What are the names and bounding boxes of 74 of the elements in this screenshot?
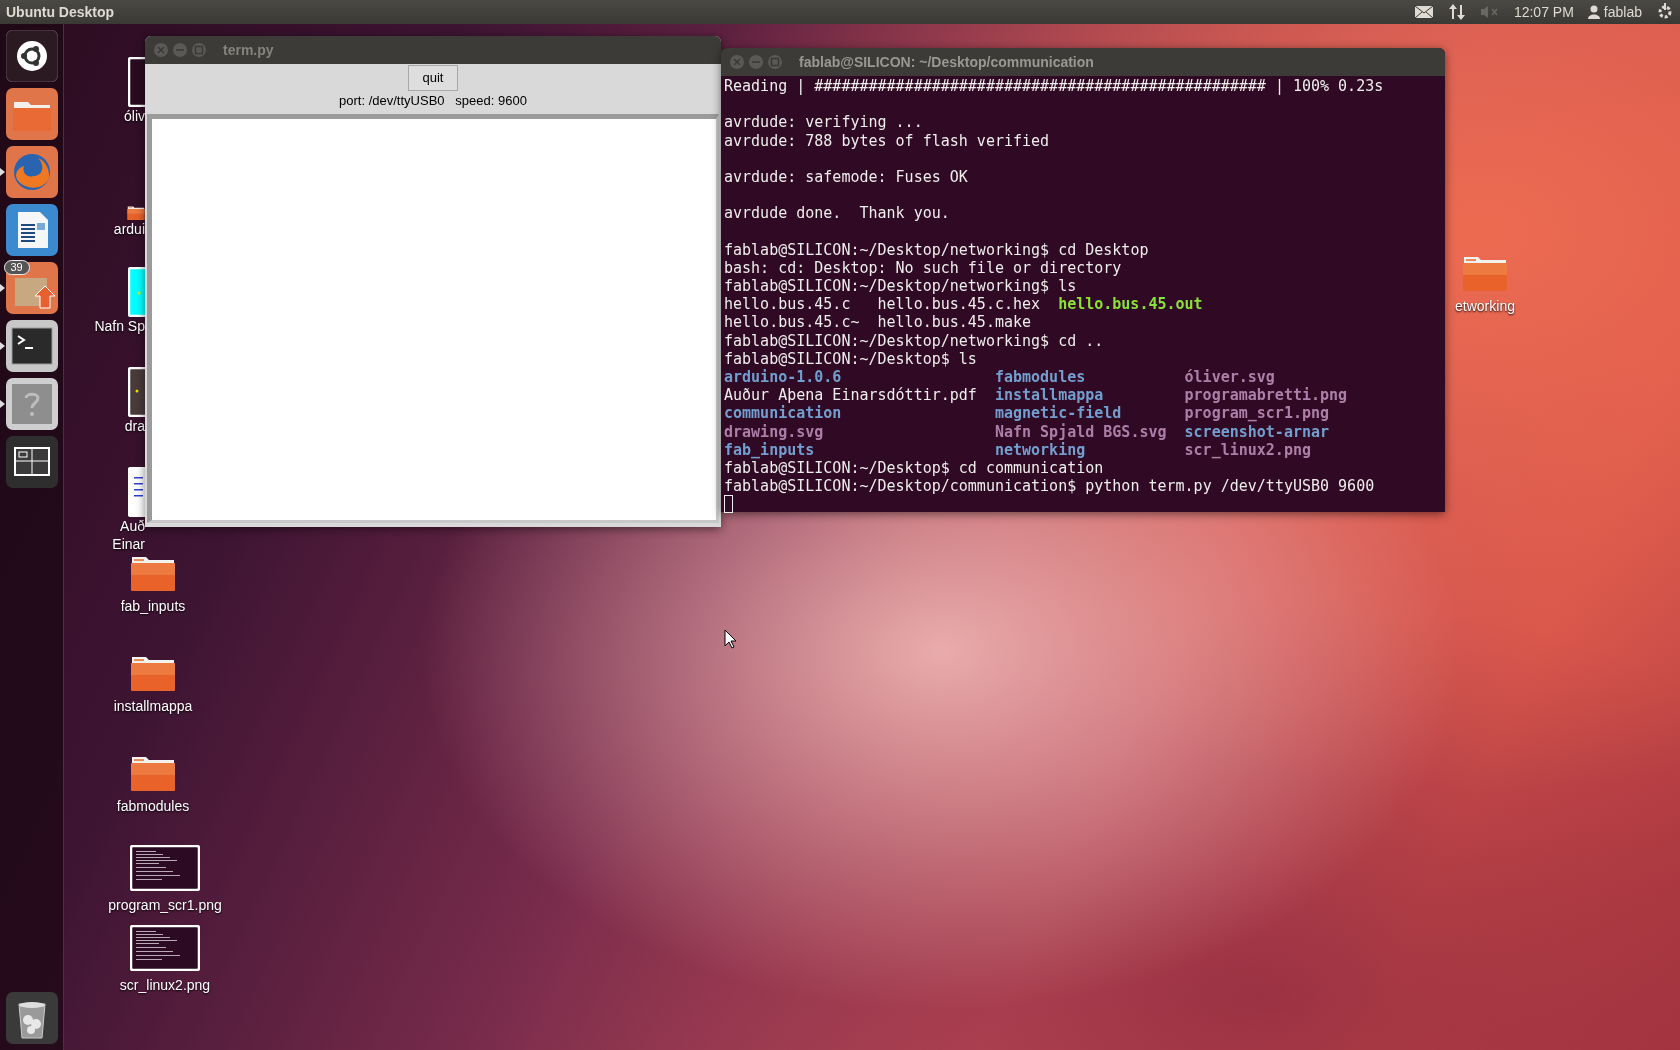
text-cursor xyxy=(724,495,733,514)
file-name: arduino-1.0.6 xyxy=(724,368,842,386)
folder-icon xyxy=(127,204,145,220)
terminal-icon[interactable] xyxy=(5,320,58,372)
trash-icon[interactable] xyxy=(5,992,58,1044)
icon-label[interactable]: installmappa xyxy=(113,696,193,718)
file-name: Nafn Spjald BGS.svg xyxy=(994,422,1167,441)
icon-label: dra xyxy=(124,417,145,435)
file-name: magnetic-field xyxy=(994,404,1122,423)
file-name: fabmodules xyxy=(994,368,1086,386)
file-name: óliver.svg xyxy=(1184,368,1275,386)
settings-icon[interactable] xyxy=(1656,3,1674,21)
icon-label: Einar xyxy=(112,535,145,553)
terminal-line: fablab@SILICON:~/Desktop/networking$ cd .. xyxy=(724,331,1104,350)
file-thumbnail-icon xyxy=(128,267,145,317)
file-name: hello.bus.45.c~ xyxy=(724,313,860,332)
terminal-line: avrdude: verifying ... xyxy=(724,113,923,132)
file-name: hello.bus.45.c xyxy=(724,295,851,314)
file-name: hello.bus.45.make xyxy=(877,313,1032,332)
screenshot-thumbnail-icon xyxy=(130,925,200,971)
file-name: drawing.svg xyxy=(724,422,824,441)
screenshot-thumbnail-icon xyxy=(130,845,200,891)
file-name: communication xyxy=(724,404,842,423)
mail-icon[interactable] xyxy=(1413,5,1434,19)
user-name[interactable]: fablab xyxy=(1603,1,1642,23)
folder-icon[interactable] xyxy=(5,88,58,140)
terminal-line: bash: cd: Desktop: No such file or directory xyxy=(724,258,1122,277)
icon-label[interactable]: fab_inputs xyxy=(120,596,186,618)
file-name: programabretti.png xyxy=(1184,386,1348,405)
workspace-grid-icon[interactable] xyxy=(5,436,58,488)
terminal-line: Reading | ################################################## | 100% 0.23s xyxy=(724,77,1384,95)
icon-label[interactable]: program_scr1.png xyxy=(108,895,222,916)
globe-icon[interactable] xyxy=(5,146,58,198)
icon-label[interactable]: fabmodules xyxy=(116,796,190,818)
window-title: fablab@SILICON: ~/Desktop/communication xyxy=(799,52,1094,72)
terminal-line: fablab@SILICON:~/Desktop$ ls xyxy=(724,349,977,368)
terminal-line: avrdude: 788 bytes of flash verified xyxy=(724,131,1050,150)
file-name: program_scr1.png xyxy=(1184,404,1330,423)
icon-label: Auð xyxy=(120,517,145,535)
count-badge: 39 xyxy=(3,260,30,275)
file-name: hello.bus.45.c.hex xyxy=(877,295,1041,314)
file-name: networking xyxy=(994,440,1086,459)
terminal-line: avrdude done. Thank you. xyxy=(724,204,950,223)
window-title: term.py xyxy=(223,40,274,60)
question-mark-icon[interactable] xyxy=(5,378,58,430)
file-name: installmappa xyxy=(994,386,1104,405)
network-arrows-icon[interactable] xyxy=(1447,3,1466,21)
icon-label: óliv xyxy=(124,107,145,125)
file-thumbnail-icon xyxy=(128,367,145,417)
logo-icon[interactable] xyxy=(5,30,58,82)
terminal-line: fablab@SILICON:~/Desktop/communication$ python term.py /dev/ttyUSB0 9600 xyxy=(724,477,1375,496)
terminal-line: fablab@SILICON:~/Desktop/networking$ ls xyxy=(724,277,1077,296)
quit-button[interactable]: quit xyxy=(408,65,458,91)
file-name: Auður Aþena Einarsdóttir.pdf xyxy=(724,386,977,405)
icon-label: Nafn Sp xyxy=(94,317,145,335)
document-icon[interactable] xyxy=(5,204,58,256)
file-name: fab_inputs xyxy=(724,440,815,459)
file-thumbnail-icon xyxy=(128,57,145,107)
terminal-line: avrdude: safemode: Fuses OK xyxy=(724,167,968,186)
terminal-line: fablab@SILICON:~/Desktop/networking$ cd Desktop xyxy=(724,240,1149,259)
icon-label: ardui xyxy=(113,220,145,238)
pointer-icon xyxy=(724,629,737,649)
clock[interactable]: 12:07 PM xyxy=(1513,1,1574,23)
file-name: hello.bus.45.out xyxy=(1058,295,1203,314)
status-label: port: /dev/ttyUSB0 speed: 9600 xyxy=(339,92,527,110)
file-name: scr_linux2.png xyxy=(1184,440,1311,459)
text-area[interactable] xyxy=(147,114,719,523)
panel-title: Ubuntu Desktop xyxy=(6,2,115,22)
icon-label[interactable]: scr_linux2.png xyxy=(119,975,211,996)
file-thumbnail-icon xyxy=(128,467,145,517)
file-name: screenshot-arnar xyxy=(1184,422,1330,441)
user-icon xyxy=(1587,5,1600,19)
package-icon[interactable] xyxy=(5,262,58,314)
terminal-line: fablab@SILICON:~/Desktop$ cd communication xyxy=(724,458,1104,477)
